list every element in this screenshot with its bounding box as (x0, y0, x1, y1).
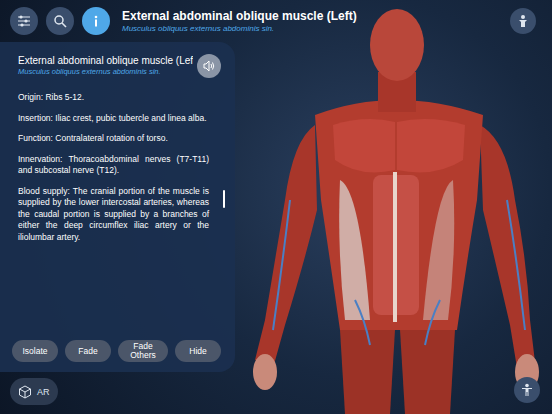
info-panel: External abdominal oblique muscle (Lef M… (0, 42, 235, 372)
action-label: Fade (78, 347, 97, 356)
ar-label: AR (37, 386, 50, 398)
search-icon (53, 14, 67, 28)
app-screen: External abdominal oblique muscle (Left)… (0, 0, 552, 414)
action-label: Hide (189, 347, 206, 356)
cube-icon (18, 385, 32, 399)
panel-title: External abdominal oblique muscle (Lef (18, 54, 193, 67)
scroll-indicator[interactable] (223, 190, 225, 208)
speaker-icon (202, 59, 216, 73)
info-field: Blood supply: The cranial portion of the… (18, 186, 209, 244)
action-button[interactable]: Isolate (12, 340, 58, 362)
sliders-icon (17, 14, 31, 28)
action-button[interactable]: Fade Others (118, 340, 168, 362)
header: External abdominal oblique muscle (Left)… (122, 9, 502, 34)
action-bar: Isolate Fade Fade Others Hide (12, 340, 221, 362)
settings-button[interactable] (10, 7, 38, 35)
info-button[interactable] (82, 7, 110, 35)
search-button[interactable] (46, 7, 74, 35)
action-label: Isolate (22, 347, 47, 356)
info-icon (89, 14, 103, 28)
panel-subtitle: Musculus obliquus externus abdominis sin… (18, 67, 193, 77)
ar-button[interactable]: AR (10, 378, 58, 405)
action-label: Fade Others (126, 342, 160, 360)
top-bar: External abdominal oblique muscle (Left)… (0, 0, 552, 42)
header-title: External abdominal oblique muscle (Left) (122, 9, 502, 24)
action-button[interactable]: Hide (175, 340, 221, 362)
anatomy-model[interactable] (245, 0, 552, 414)
person-button[interactable] (510, 8, 536, 34)
header-subtitle: Musculus obliquus externus abdominis sin… (122, 24, 502, 34)
person-icon (516, 14, 530, 28)
info-field: Origin: Ribs 5-12. (18, 92, 209, 104)
figure-button[interactable] (514, 377, 540, 403)
toolbar (10, 7, 110, 35)
field-list: Origin: Ribs 5-12. Insertion: Iliac crest… (18, 92, 221, 243)
figure-icon (520, 383, 534, 397)
info-field: Innervation: Thoracoabdominal nerves (T7… (18, 154, 209, 177)
info-field: Insertion: Iliac crest, pubic tubercle a… (18, 113, 209, 125)
speaker-button[interactable] (197, 54, 221, 78)
info-field: Function: Contralateral rotation of tors… (18, 133, 209, 145)
action-button[interactable]: Fade (65, 340, 111, 362)
